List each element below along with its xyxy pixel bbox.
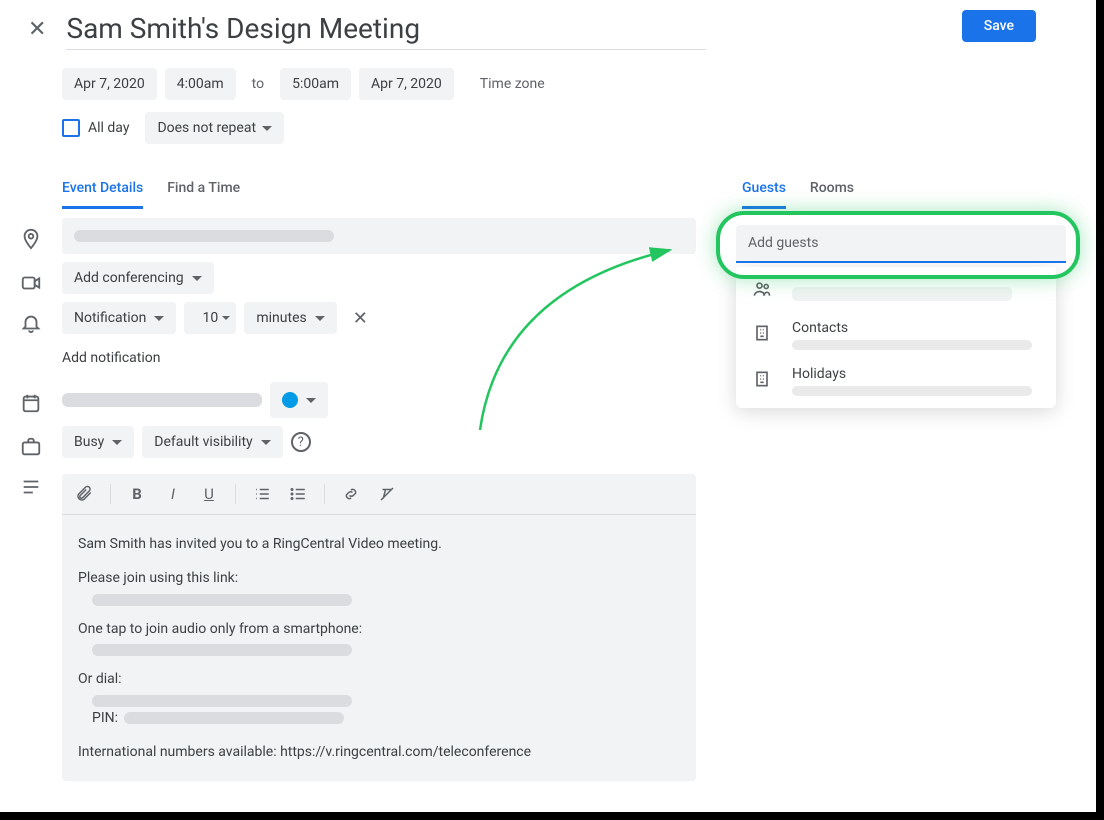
bullet-list-icon[interactable]	[288, 484, 308, 504]
remove-notification-button[interactable]: ✕	[345, 304, 376, 333]
location-input[interactable]	[62, 218, 696, 254]
chevron-down-icon	[306, 398, 316, 403]
camera-icon	[20, 272, 42, 294]
editor-toolbar: B I U	[62, 474, 696, 515]
event-editor-window: ✕ Save Apr 7, 2020 4:00am to 5:00am Apr …	[0, 0, 1096, 812]
clear-format-icon[interactable]	[377, 484, 397, 504]
add-guests-input[interactable]	[736, 225, 1066, 263]
group-icon	[752, 279, 772, 304]
link-icon[interactable]	[341, 484, 361, 504]
visibility-dropdown[interactable]: Default visibility	[142, 426, 282, 458]
attachment-icon[interactable]	[74, 484, 94, 504]
underline-icon[interactable]: U	[199, 484, 219, 504]
color-swatch	[282, 392, 298, 408]
availability-dropdown[interactable]: Busy	[62, 426, 134, 458]
help-icon[interactable]: ?	[291, 432, 311, 452]
tab-find-a-time[interactable]: Find a Time	[167, 170, 240, 209]
bold-icon[interactable]: B	[127, 484, 147, 504]
to-label: to	[244, 76, 272, 92]
notification-type-dropdown[interactable]: Notification	[62, 302, 176, 334]
bell-icon	[20, 312, 42, 334]
guest-suggestions-dropdown: Contacts Holidays	[736, 267, 1056, 408]
suggestion-item[interactable]: Contacts	[736, 312, 1056, 358]
notification-value-input[interactable]	[184, 302, 236, 334]
all-day-checkbox[interactable]	[62, 119, 80, 137]
tab-guests[interactable]: Guests	[742, 170, 786, 209]
tab-event-details[interactable]: Event Details	[62, 170, 143, 209]
chevron-down-icon	[261, 440, 271, 445]
description-editor[interactable]: B I U Sam Smith has invited you to a Rin…	[62, 474, 696, 781]
building-icon	[752, 323, 772, 348]
repeat-dropdown[interactable]: Does not repeat	[145, 112, 284, 144]
briefcase-icon	[20, 436, 42, 458]
timezone-link[interactable]: Time zone	[472, 76, 553, 92]
start-date-picker[interactable]: Apr 7, 2020	[62, 68, 157, 100]
description-icon	[20, 476, 42, 498]
building-icon	[752, 369, 772, 394]
italic-icon[interactable]: I	[163, 484, 183, 504]
add-conferencing-dropdown[interactable]: Add conferencing	[62, 262, 214, 294]
calendar-select-placeholder[interactable]	[62, 393, 262, 407]
right-tabs: Guests Rooms	[736, 170, 1066, 209]
calendar-icon	[20, 392, 42, 414]
left-tabs: Event Details Find a Time	[0, 170, 726, 210]
add-notification-link[interactable]: Add notification	[62, 342, 161, 374]
chevron-down-icon	[262, 126, 272, 131]
suggestion-item[interactable]: Holidays	[736, 358, 1056, 404]
color-picker[interactable]	[270, 382, 328, 418]
suggestion-item[interactable]	[736, 271, 1056, 312]
numbered-list-icon[interactable]	[252, 484, 272, 504]
location-icon	[20, 228, 42, 250]
tab-rooms[interactable]: Rooms	[810, 170, 854, 209]
chevron-down-icon	[192, 276, 202, 281]
save-button[interactable]: Save	[962, 10, 1036, 42]
chevron-down-icon	[154, 316, 164, 321]
description-body[interactable]: Sam Smith has invited you to a RingCentr…	[62, 515, 696, 781]
event-title-input[interactable]	[66, 8, 706, 50]
all-day-label: All day	[88, 120, 129, 136]
notification-unit-dropdown[interactable]: minutes	[244, 302, 336, 334]
chevron-down-icon	[315, 316, 325, 321]
start-time-picker[interactable]: 4:00am	[165, 68, 236, 100]
end-time-picker[interactable]: 5:00am	[280, 68, 351, 100]
close-icon[interactable]: ✕	[20, 9, 54, 50]
header: ✕ Save	[0, 8, 1096, 50]
end-date-picker[interactable]: Apr 7, 2020	[359, 68, 454, 100]
chevron-down-icon	[112, 440, 122, 445]
